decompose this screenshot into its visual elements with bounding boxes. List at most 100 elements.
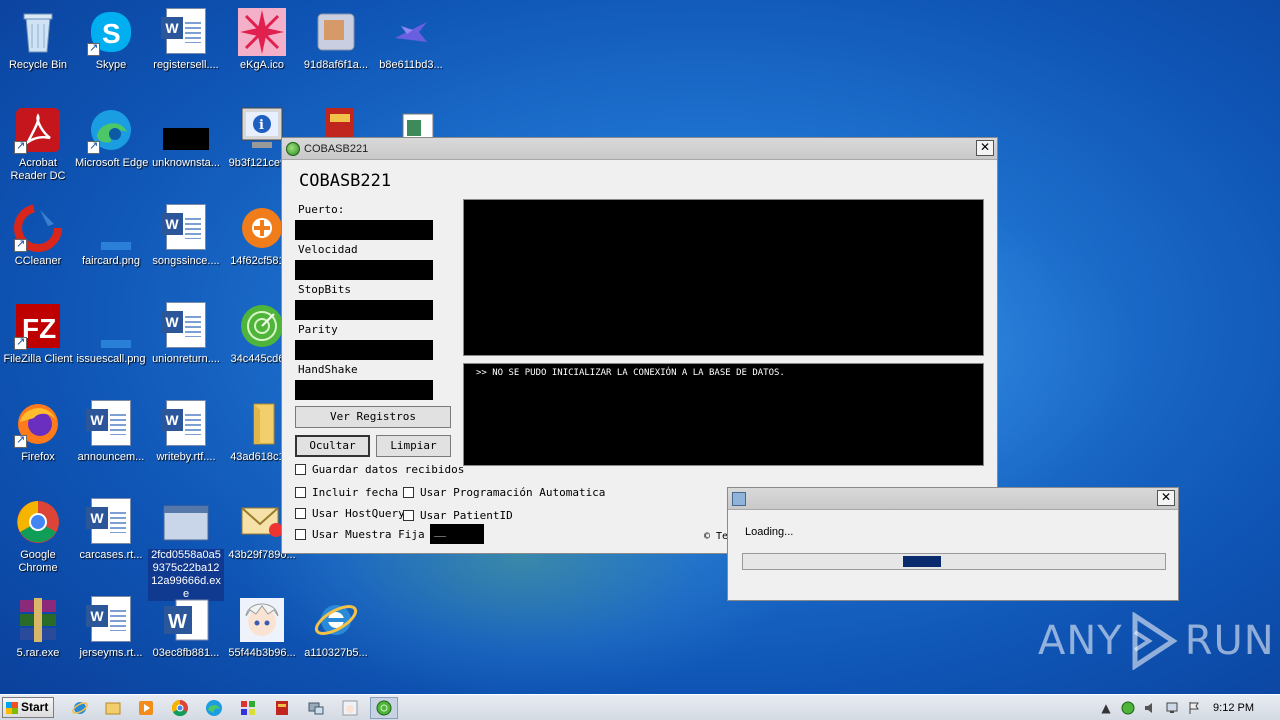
hostquery-checkbox[interactable]: Usar HostQuery bbox=[295, 507, 405, 520]
dialog-app-icon bbox=[732, 491, 746, 506]
taskbar-app-3[interactable] bbox=[302, 697, 330, 719]
desktop-icon-unknownsta[interactable]: unknownsta... bbox=[148, 102, 224, 192]
desktop-icon-label: faircard.png bbox=[81, 255, 141, 267]
guardar-checkbox[interactable]: Guardar datos recibidos bbox=[295, 463, 464, 476]
desktop-icon-registersell[interactable]: W registersell.... bbox=[148, 4, 224, 94]
desktop-icon-edge[interactable]: Microsoft Edge bbox=[73, 102, 149, 192]
progress-fill bbox=[903, 556, 941, 567]
desktop-icon-issuescall[interactable]: issuescall.png bbox=[73, 298, 149, 388]
desktop-icon-filezilla[interactable]: FZ FileZilla Client bbox=[0, 298, 76, 388]
clock[interactable]: 9:12 PM bbox=[1213, 702, 1254, 714]
folder-icon bbox=[238, 400, 286, 448]
stopbits-field[interactable] bbox=[295, 300, 433, 320]
checkbox-box[interactable] bbox=[403, 487, 414, 498]
desktop-icon-label: songssince.... bbox=[152, 255, 220, 267]
desktop-icon-label: Recycle Bin bbox=[8, 59, 68, 71]
folder-icon bbox=[105, 702, 121, 715]
programacion-checkbox[interactable]: Usar Programación Automatica bbox=[403, 486, 605, 499]
green-app-tray-icon[interactable] bbox=[1120, 700, 1136, 716]
desktop-icon-selected-exe[interactable]: 2fcd0558a0a59375c22ba1212a99666d.exe bbox=[148, 494, 224, 601]
watermark-left: ANY bbox=[1038, 618, 1123, 664]
muestra-fija-checkbox[interactable]: Usar Muestra Fija bbox=[295, 528, 425, 541]
puerto-label: Puerto: bbox=[298, 203, 345, 216]
ocultar-button[interactable]: Ocultar bbox=[295, 435, 370, 457]
desktop-icon-unionreturn[interactable]: W unionreturn.... bbox=[148, 298, 224, 388]
limpiar-button[interactable]: Limpiar bbox=[376, 435, 451, 457]
parity-field[interactable] bbox=[295, 340, 433, 360]
desktop-icon-label: Acrobat Reader DC bbox=[10, 157, 66, 182]
log-panel[interactable]: >> NO SE PUDO INICIALIZAR LA CONEXIÓN A … bbox=[463, 363, 984, 466]
desktop-icon-55f4[interactable]: 55f44b3b96... bbox=[224, 592, 300, 682]
desktop-icon-label: 55f44b3b96... bbox=[228, 647, 296, 659]
network-app-icon bbox=[308, 702, 324, 715]
taskbar-edge[interactable] bbox=[200, 697, 228, 719]
desktop-icon-recycle-bin[interactable]: Recycle Bin bbox=[0, 4, 76, 94]
desktop-icon-acrobat[interactable]: Acrobat Reader DC bbox=[0, 102, 76, 192]
checkbox-box[interactable] bbox=[295, 529, 306, 540]
edge-icon bbox=[206, 700, 222, 716]
taskbar-app-1[interactable] bbox=[234, 697, 262, 719]
exe-window-icon bbox=[162, 498, 210, 546]
taskbar-app-2[interactable] bbox=[268, 697, 296, 719]
taskbar-cobas-app[interactable] bbox=[370, 697, 398, 719]
window-titlebar[interactable]: COBASB221 bbox=[282, 138, 997, 160]
desktop-icon-firefox[interactable]: Firefox bbox=[0, 396, 76, 486]
winrar-icon bbox=[14, 596, 62, 644]
desktop-icon-writeby[interactable]: W writeby.rtf.... bbox=[148, 396, 224, 486]
desktop-icon-carcases[interactable]: W carcases.rt... bbox=[73, 494, 149, 584]
colorful-app-icon bbox=[241, 701, 255, 715]
desktop-icon-label: Firefox bbox=[21, 451, 55, 463]
handshake-label: HandShake bbox=[298, 363, 358, 376]
desktop-icon-rar[interactable]: 5.rar.exe bbox=[0, 592, 76, 682]
chrome-icon bbox=[14, 498, 62, 546]
taskbar-app-4[interactable] bbox=[336, 697, 364, 719]
loading-close-button[interactable]: ✕ bbox=[1157, 490, 1175, 506]
window-title: COBASB221 bbox=[304, 142, 369, 155]
desktop-icon-chrome[interactable]: Google Chrome bbox=[0, 494, 76, 584]
patientid-checkbox[interactable]: Usar PatientID bbox=[403, 509, 513, 522]
close-button[interactable]: ✕ bbox=[976, 140, 994, 156]
png-file-icon bbox=[87, 204, 135, 252]
action-center-flag-icon[interactable] bbox=[1186, 700, 1202, 716]
desktop-icon-label: issuescall.png bbox=[76, 353, 146, 365]
incluir-fecha-checkbox[interactable]: Incluir fecha bbox=[295, 486, 398, 499]
desktop-icon-ccleaner[interactable]: CCleaner bbox=[0, 200, 76, 290]
desktop-icon-ekga[interactable]: eKgA.ico bbox=[224, 4, 300, 94]
desktop-icon-ie[interactable]: a110327b5... bbox=[298, 592, 374, 682]
data-output-panel[interactable] bbox=[463, 199, 984, 356]
volume-icon[interactable] bbox=[1142, 700, 1158, 716]
svg-text:i: i bbox=[259, 118, 264, 133]
muestra-fija-field[interactable]: __ bbox=[430, 524, 484, 544]
desktop-icon-jerseyms[interactable]: W jerseyms.rt... bbox=[73, 592, 149, 682]
incluir-fecha-label: Incluir fecha bbox=[312, 486, 399, 499]
desktop-icon-word-03ec[interactable]: W 03ec8fb881... bbox=[148, 592, 224, 682]
desktop-icon-label: carcases.rt... bbox=[79, 549, 143, 561]
show-hidden-icons-icon[interactable]: ▲ bbox=[1098, 700, 1114, 716]
blank-file-icon bbox=[162, 106, 210, 154]
taskbar-media[interactable] bbox=[132, 697, 160, 719]
handshake-field[interactable] bbox=[295, 380, 433, 400]
desktop-icon-label: Skype bbox=[95, 59, 127, 71]
checkbox-box[interactable] bbox=[403, 510, 414, 521]
network-icon[interactable] bbox=[1164, 700, 1180, 716]
desktop-icon-faircard[interactable]: faircard.png bbox=[73, 200, 149, 290]
taskbar-chrome[interactable] bbox=[166, 697, 194, 719]
desktop-icon-label: 5.rar.exe bbox=[16, 647, 60, 659]
loading-titlebar[interactable] bbox=[728, 488, 1178, 510]
desktop-icon-91d8[interactable]: 91d8af6f1a... bbox=[298, 4, 374, 94]
checkbox-box[interactable] bbox=[295, 487, 306, 498]
desktop-icon-songssince[interactable]: W songssince.... bbox=[148, 200, 224, 290]
desktop-icon-b8e6[interactable]: b8e611bd3... bbox=[373, 4, 449, 94]
desktop-icon-announcem[interactable]: W announcem... bbox=[73, 396, 149, 486]
velocidad-field[interactable] bbox=[295, 260, 433, 280]
taskbar-explorer[interactable] bbox=[99, 697, 127, 719]
puerto-field[interactable] bbox=[295, 220, 433, 240]
start-button[interactable]: Start bbox=[2, 697, 54, 718]
ver-registros-button[interactable]: Ver Registros bbox=[295, 406, 451, 428]
checkbox-box[interactable] bbox=[295, 464, 306, 475]
word-document-icon: W bbox=[86, 498, 135, 546]
desktop-icon-label: unionreturn.... bbox=[152, 353, 220, 365]
desktop-icon-skype[interactable]: S Skype bbox=[73, 4, 149, 94]
checkbox-box[interactable] bbox=[295, 508, 306, 519]
taskbar-ie[interactable] bbox=[66, 697, 94, 719]
